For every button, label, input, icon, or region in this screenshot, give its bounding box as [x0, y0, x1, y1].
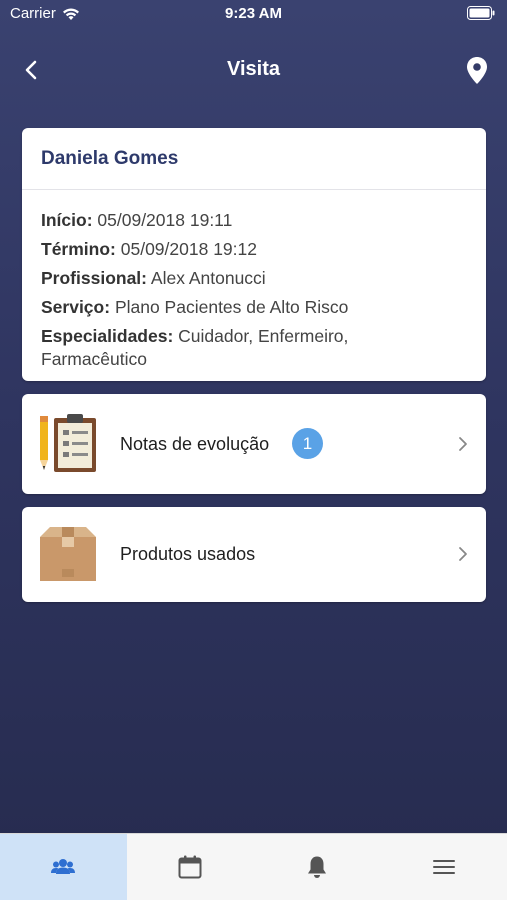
service-value: Plano Pacientes de Alto Risco [114, 297, 349, 317]
status-time: 9:23 AM [225, 5, 282, 22]
tab-notifications[interactable] [254, 834, 381, 900]
evolution-notes-item[interactable]: Notas de evolução 1 [22, 394, 486, 494]
status-bar: Carrier 9:23 AM [0, 0, 507, 28]
bell-icon [307, 856, 326, 878]
clipboard-pencil-icon [38, 412, 98, 476]
patient-name: Daniela Gomes [22, 128, 486, 190]
page-title: Visita [227, 58, 280, 80]
specialties-value-cont: Farmacêutico [41, 349, 148, 369]
professional-row: Profissional: Alex Antonucci [41, 264, 467, 293]
tab-calendar[interactable] [127, 834, 254, 900]
tab-bar [0, 833, 507, 900]
start-label: Início: [41, 210, 93, 230]
notes-count-badge: 1 [292, 428, 323, 459]
evolution-notes-label: Notas de evolução [120, 434, 270, 454]
service-label: Serviço: [41, 297, 111, 317]
calendar-icon [178, 855, 202, 879]
start-row: Início: 05/09/2018 19:11 [41, 206, 467, 235]
end-label: Término: [41, 239, 116, 259]
used-products-label: Produtos usados [120, 544, 256, 564]
chevron-right-icon [459, 547, 467, 561]
specialties-value: Cuidador, Enfermeiro, [178, 326, 349, 346]
service-row: Serviço: Plano Pacientes de Alto Risco [41, 293, 467, 322]
chevron-right-icon [459, 437, 467, 451]
location-button[interactable] [465, 56, 489, 86]
used-products-item[interactable]: Produtos usados [22, 507, 486, 602]
start-value: 05/09/2018 19:11 [97, 210, 233, 230]
map-pin-icon [467, 57, 487, 84]
menu-icon [432, 860, 455, 874]
specialties-row: Especialidades: Cuidador, Enfermeiro, Fa… [41, 322, 467, 371]
tab-menu[interactable] [380, 834, 507, 900]
package-box-icon [38, 525, 98, 589]
professional-value: Alex Antonucci [150, 268, 266, 288]
tab-patients[interactable] [0, 834, 127, 900]
visit-details: Início: 05/09/2018 19:11 Término: 05/09/… [22, 190, 486, 371]
nav-bar: Visita [0, 44, 507, 96]
users-icon [51, 859, 76, 874]
professional-label: Profissional: [41, 268, 147, 288]
end-value: 05/09/2018 19:12 [120, 239, 257, 259]
specialties-label: Especialidades: [41, 326, 174, 346]
visit-info-card: Daniela Gomes Início: 05/09/2018 19:11 T… [22, 128, 486, 381]
end-row: Término: 05/09/2018 19:12 [41, 235, 467, 264]
battery-icon [467, 6, 495, 24]
